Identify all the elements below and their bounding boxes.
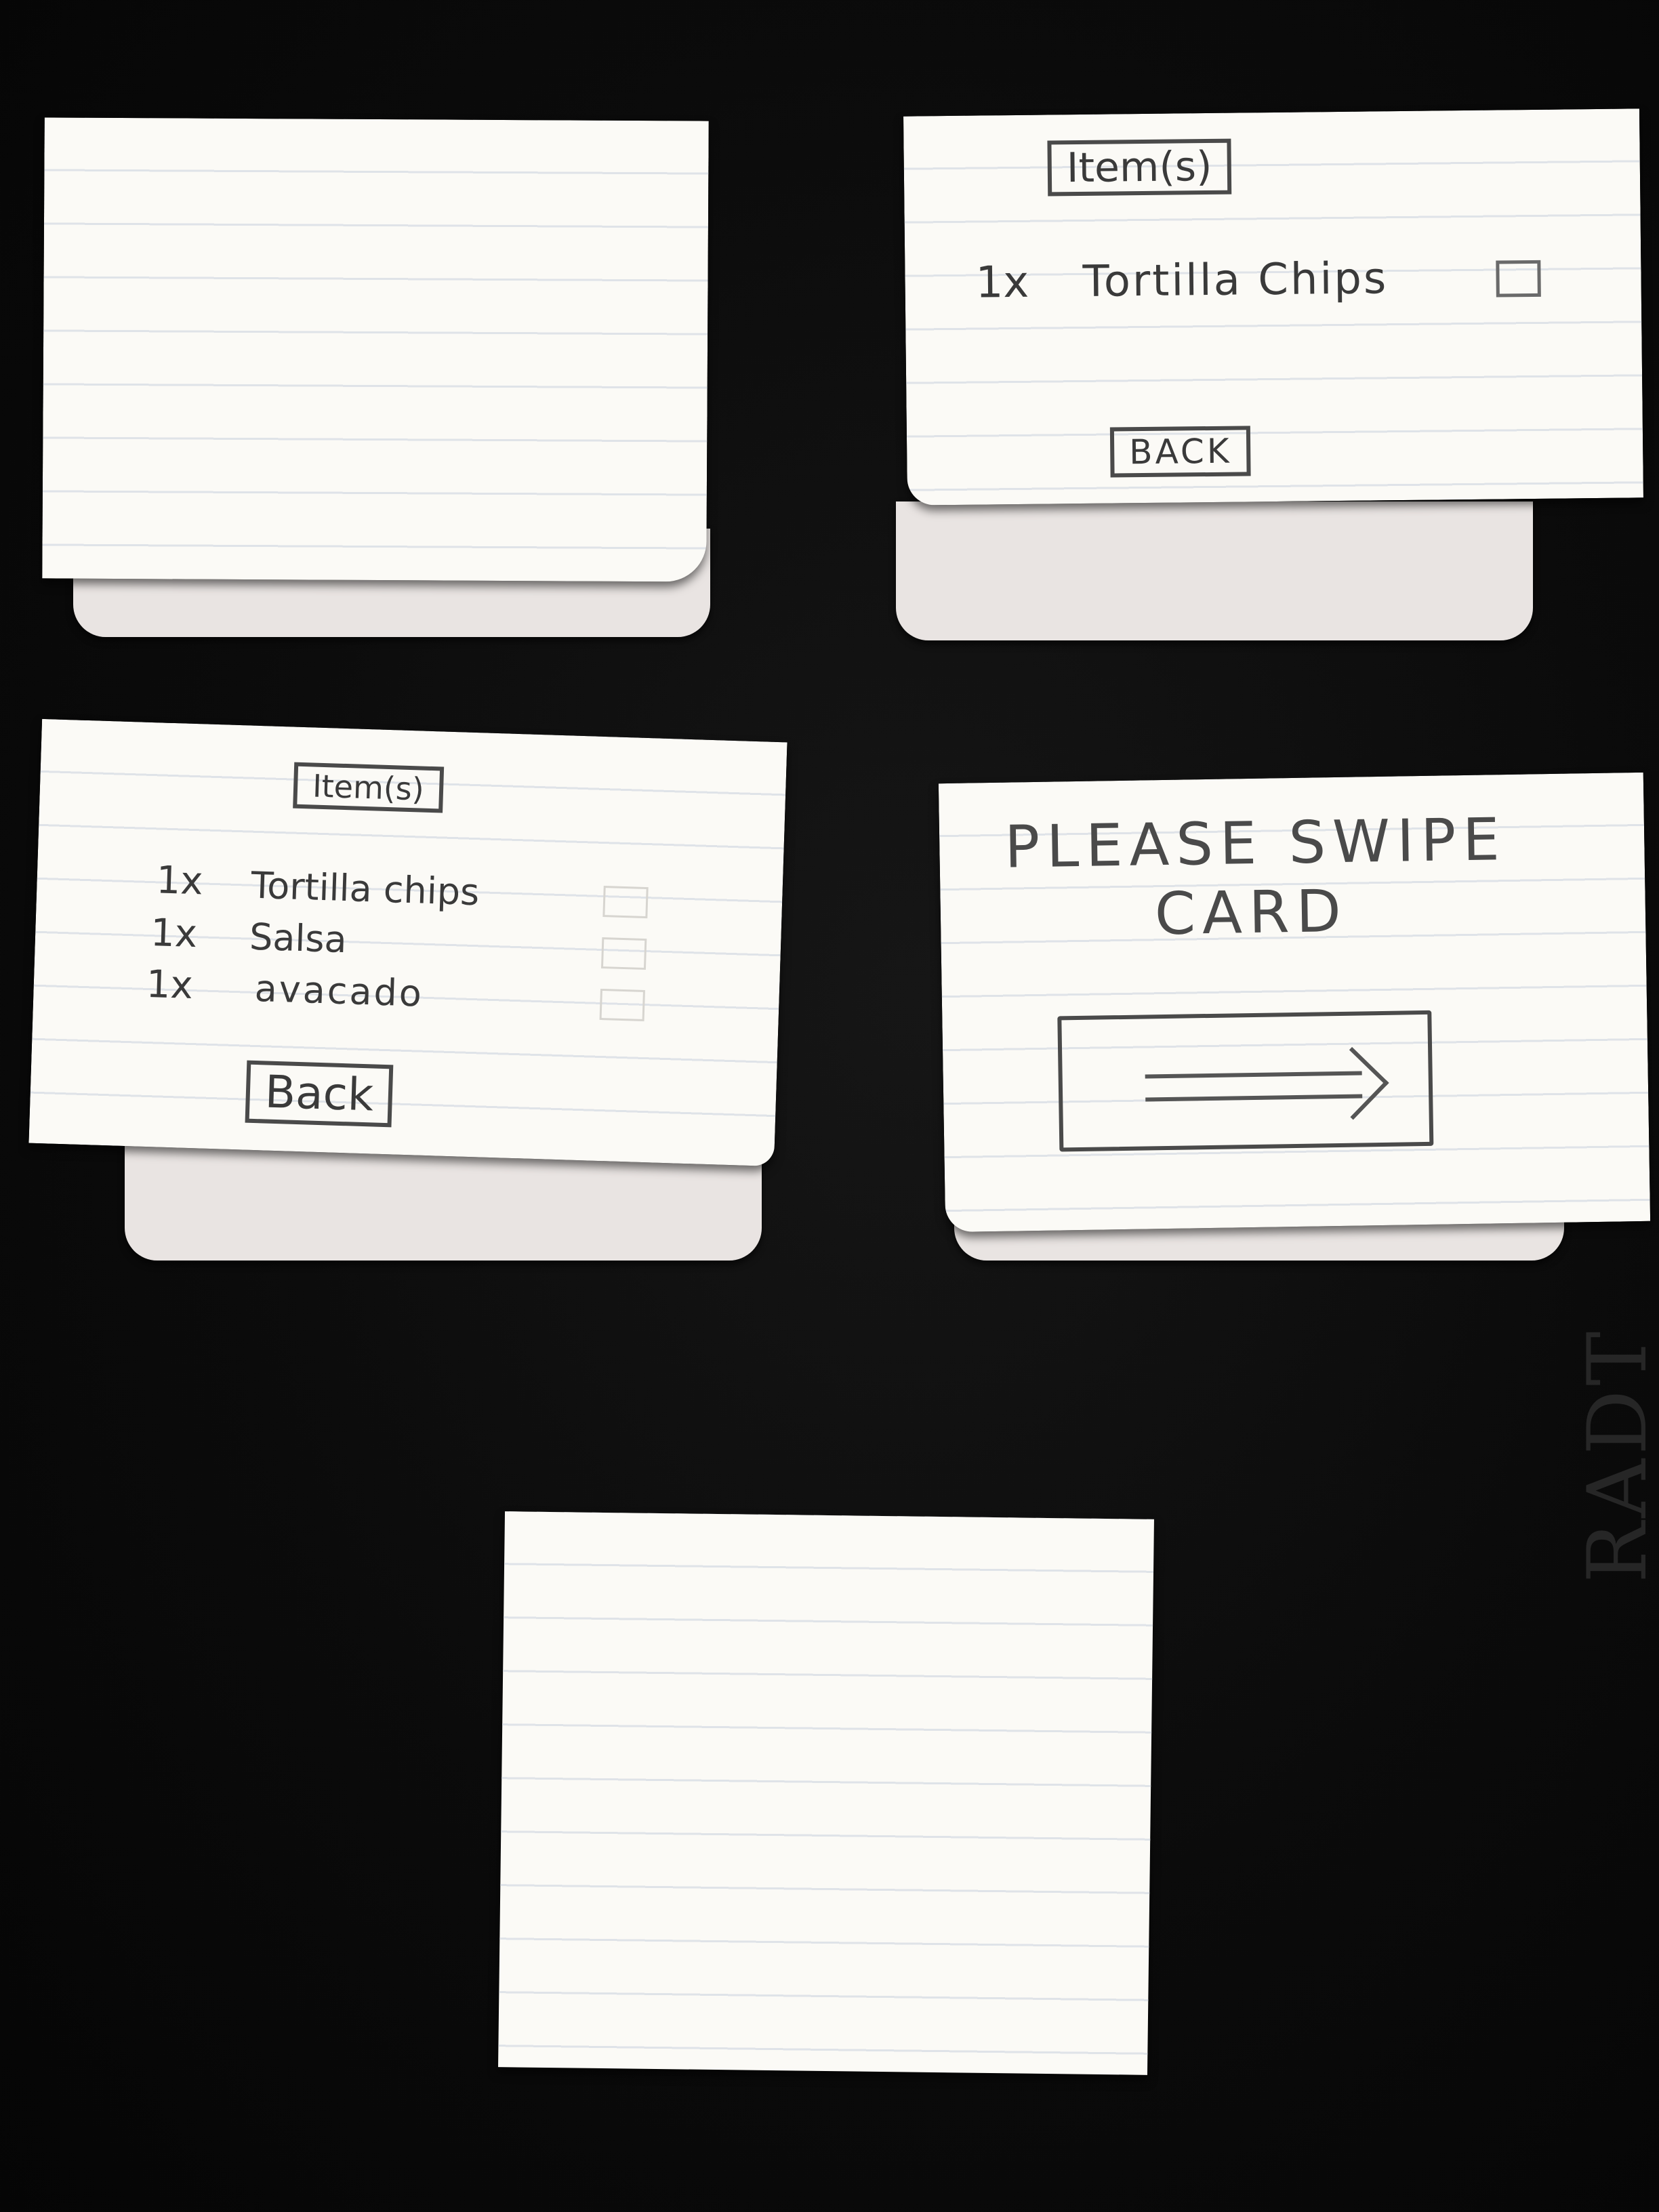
faint-checkbox-1 bbox=[602, 886, 649, 919]
back-button: Back bbox=[245, 1060, 394, 1128]
item-row-name: Tortilla Chips bbox=[1082, 253, 1389, 307]
faint-checkbox-2 bbox=[600, 937, 647, 970]
background-brand-text: RADT bbox=[1571, 1327, 1659, 1583]
swipe-prompt-line2: CARD bbox=[1154, 877, 1349, 949]
single-item-card: Item(s) 1x Tortilla Chips BACK bbox=[903, 108, 1643, 506]
item-3-qty: 1x bbox=[145, 962, 194, 1008]
item-checkbox bbox=[1496, 260, 1541, 298]
items-header: Item(s) bbox=[293, 762, 444, 813]
items-header: Item(s) bbox=[1047, 138, 1231, 197]
item-row-qty: 1x bbox=[975, 257, 1029, 308]
item-1-qty: 1x bbox=[155, 858, 204, 904]
faint-checkbox-3 bbox=[599, 988, 645, 1022]
blank-card-bottom bbox=[498, 1511, 1154, 2075]
blank-card-top-left bbox=[42, 117, 709, 582]
card-stack-top-right bbox=[896, 501, 1533, 640]
back-button: BACK bbox=[1109, 426, 1251, 478]
swipe-prompt-line1: PLEASE SWIPE bbox=[1004, 806, 1507, 882]
multi-item-card: Item(s) 1x Tortilla chips 1x Salsa 1x av… bbox=[28, 718, 787, 1167]
item-2-name: Salsa bbox=[249, 915, 348, 962]
item-2-qty: 1x bbox=[150, 911, 199, 957]
item-3-name: avacado bbox=[253, 966, 424, 1015]
item-1-name: Tortilla chips bbox=[250, 863, 480, 914]
swipe-card-screen: PLEASE SWIPE CARD bbox=[938, 772, 1651, 1233]
